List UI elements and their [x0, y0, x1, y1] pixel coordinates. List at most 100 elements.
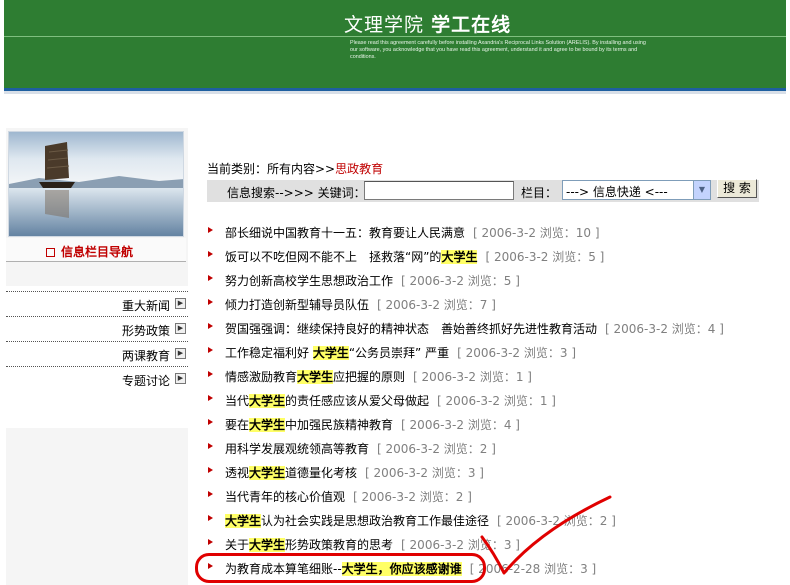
article-link[interactable]: 当代大学生的责任感应该从爱父母做起 [ 2006-3-2 浏览：1 ]	[225, 392, 556, 409]
sidebar-item-courses[interactable]: 两课教育 ▶	[6, 341, 188, 366]
site-title-part1: 文理学院	[344, 14, 425, 36]
column-select[interactable]: ---> 信息快递 <--- ▼	[562, 180, 711, 200]
article-meta: [ 2006-3-2 浏览：4 ]	[605, 322, 724, 336]
breadcrumb-prefix: 当前类别：所有内容>>	[207, 162, 336, 176]
search-button[interactable]: 搜 索	[717, 179, 757, 198]
bullet-arrow-icon	[208, 347, 213, 353]
sidebar-item-policy[interactable]: 形势政策 ▶	[6, 316, 188, 341]
article-title-highlight: 大学生	[249, 394, 286, 408]
square-icon	[46, 248, 55, 257]
bullet-arrow-icon	[208, 443, 213, 449]
article-meta: [ 2006-3-2 浏览：7 ]	[377, 298, 496, 312]
article-title-pre: 透视	[225, 466, 250, 480]
article-title-pre: 贺国强强调：继续保持良好的精神状态 善始善终抓好先进性教育活动	[225, 322, 598, 336]
article-title-post: 道德量化考核	[285, 466, 358, 480]
header-divider-light	[4, 91, 786, 94]
article-meta: [ 2006-3-2 浏览：2 ]	[353, 490, 472, 504]
article-title-pre: 部长细说中国教育十一五：教育要让人民满意	[225, 226, 466, 240]
site-header: 文理学院 学工在线 Please read this agreement car…	[4, 0, 786, 90]
nav-title-box: 信息栏目导航	[6, 238, 186, 262]
article-link[interactable]: 用科学发展观统领高等教育 [ 2006-3-2 浏览：2 ]	[225, 440, 496, 457]
article-meta: [ 2006-3-2 浏览：1 ]	[437, 394, 556, 408]
article-link[interactable]: 要在大学生中加强民族精神教育 [ 2006-3-2 浏览：4 ]	[225, 416, 520, 433]
article-title-pre: 要在	[225, 418, 250, 432]
article-link[interactable]: 贺国强强调：继续保持良好的精神状态 善始善终抓好先进性教育活动 [ 2006-3-…	[225, 320, 724, 337]
bullet-arrow-icon	[208, 275, 213, 281]
article-meta: [ 2006-3-2 浏览：5 ]	[401, 274, 520, 288]
column-select-value: ---> 信息快递 <---	[566, 185, 668, 199]
article-title-highlight: 大学生	[312, 346, 349, 360]
bullet-arrow-icon	[208, 467, 213, 473]
article-link[interactable]: 当代青年的核心价值观 [ 2006-3-2 浏览：2 ]	[225, 488, 472, 505]
article-title-post: 应把握的原则	[333, 370, 406, 384]
article-title-pre: 当代	[225, 394, 250, 408]
left-sidebar: 信息栏目导航 重大新闻 ▶ 形势政策 ▶ 两课教育 ▶ 专题讨论 ▶	[6, 128, 188, 585]
article-title-highlight: 大学生	[249, 538, 286, 552]
site-title-part2: 学工在线	[431, 14, 512, 36]
article-title-pre: 关于	[225, 538, 250, 552]
nav-list: 重大新闻 ▶ 形势政策 ▶ 两课教育 ▶ 专题讨论 ▶	[6, 286, 188, 428]
article-link[interactable]: 透视大学生道德量化考核 [ 2006-3-2 浏览：3 ]	[225, 464, 484, 481]
bullet-arrow-icon	[208, 395, 213, 401]
sidebar-photo	[8, 131, 184, 237]
article-title-post: 形势政策教育的思考	[285, 538, 394, 552]
article-meta: [ 2006-3-2 浏览：4 ]	[401, 418, 520, 432]
bullet-arrow-icon	[208, 491, 213, 497]
sidebar-item-label: 形势政策	[121, 324, 170, 338]
article-link[interactable]: 倾力打造创新型辅导员队伍 [ 2006-3-2 浏览：7 ]	[225, 296, 496, 313]
red-checkmark-annotation	[480, 495, 612, 575]
nav-title: 信息栏目导航	[46, 243, 133, 260]
article-link[interactable]: 部长细说中国教育十一五：教育要让人民满意 [ 2006-3-2 浏览：10 ]	[225, 224, 600, 241]
bullet-arrow-icon	[208, 419, 213, 425]
header-fine-print: Please read this agreement carefully bef…	[350, 40, 646, 60]
article-link[interactable]: 饭可以不吃但网不能不上 拯救落“网”的大学生 [ 2006-3-2 浏览：5 ]	[225, 248, 604, 265]
sidebar-item-label: 专题讨论	[121, 374, 170, 388]
bullet-arrow-icon	[208, 299, 213, 305]
bullet-arrow-icon	[208, 371, 213, 377]
article-title-pre: 工作稳定福利好	[225, 346, 313, 360]
site-title: 文理学院 学工在线	[344, 10, 511, 37]
arrow-right-icon: ▶	[175, 348, 186, 359]
search-label: 信息搜索-->>> 关键词：	[227, 186, 366, 200]
article-title-highlight: 大学生	[249, 466, 286, 480]
arrow-right-icon: ▶	[175, 323, 186, 334]
red-circle-annotation	[195, 553, 486, 583]
chevron-down-icon[interactable]: ▼	[693, 181, 710, 199]
article-title-post: 中加强民族精神教育	[285, 418, 394, 432]
sidebar-item-news[interactable]: 重大新闻 ▶	[6, 291, 188, 316]
article-title-pre: 努力创新高校学生思想政治工作	[225, 274, 394, 288]
bullet-arrow-icon	[208, 515, 213, 521]
search-bar: 信息搜索-->>> 关键词： 栏目： ---> 信息快递 <--- ▼ 搜 索	[207, 179, 759, 202]
article-meta: [ 2006-3-2 浏览：5 ]	[485, 250, 605, 264]
nav-title-text: 信息栏目导航	[61, 245, 134, 259]
article-title-highlight: 大学生	[441, 250, 478, 264]
article-title-pre: 情感激励教育	[225, 370, 298, 384]
sidebar-item-topics[interactable]: 专题讨论 ▶	[6, 366, 188, 391]
article-meta: [ 2006-3-2 浏览：2 ]	[377, 442, 496, 456]
article-title-post: 认为社会实践是思想政治教育工作最佳途径	[261, 514, 490, 528]
article-title-post: “公务员崇拜” 严重	[348, 346, 450, 360]
article-title-post: 的责任感应该从爱父母做起	[285, 394, 430, 408]
keyword-input[interactable]	[364, 181, 514, 200]
article-meta: [ 2006-3-2 浏览：3 ]	[365, 466, 484, 480]
column-label: 栏目：	[521, 186, 558, 200]
article-title-pre: 当代青年的核心价值观	[225, 490, 346, 504]
bullet-arrow-icon	[208, 539, 213, 545]
bullet-arrow-icon	[208, 251, 213, 257]
article-link[interactable]: 工作稳定福利好 大学生“公务员崇拜” 严重 [ 2006-3-2 浏览：3 ]	[225, 344, 576, 361]
article-link[interactable]: 努力创新高校学生思想政治工作 [ 2006-3-2 浏览：5 ]	[225, 272, 520, 289]
breadcrumb-current[interactable]: 思政教育	[335, 162, 383, 176]
sidebar-item-label: 两课教育	[121, 349, 170, 363]
arrow-right-icon: ▶	[175, 298, 186, 309]
article-meta: [ 2006-3-2 浏览：10 ]	[473, 226, 600, 240]
bullet-arrow-icon	[208, 323, 213, 329]
article-title-highlight: 大学生	[249, 418, 286, 432]
arrow-right-icon: ▶	[175, 373, 186, 384]
article-title-pre: 饭可以不吃但网不能不上 拯救落“网”的	[225, 250, 442, 264]
sidebar-item-label: 重大新闻	[121, 299, 170, 313]
article-meta: [ 2006-3-2 浏览：1 ]	[413, 370, 532, 384]
article-link[interactable]: 情感激励教育大学生应把握的原则 [ 2006-3-2 浏览：1 ]	[225, 368, 532, 385]
article-title-pre: 倾力打造创新型辅导员队伍	[225, 298, 370, 312]
article-title-highlight: 大学生	[297, 370, 334, 384]
article-title-pre: 用科学发展观统领高等教育	[225, 442, 370, 456]
